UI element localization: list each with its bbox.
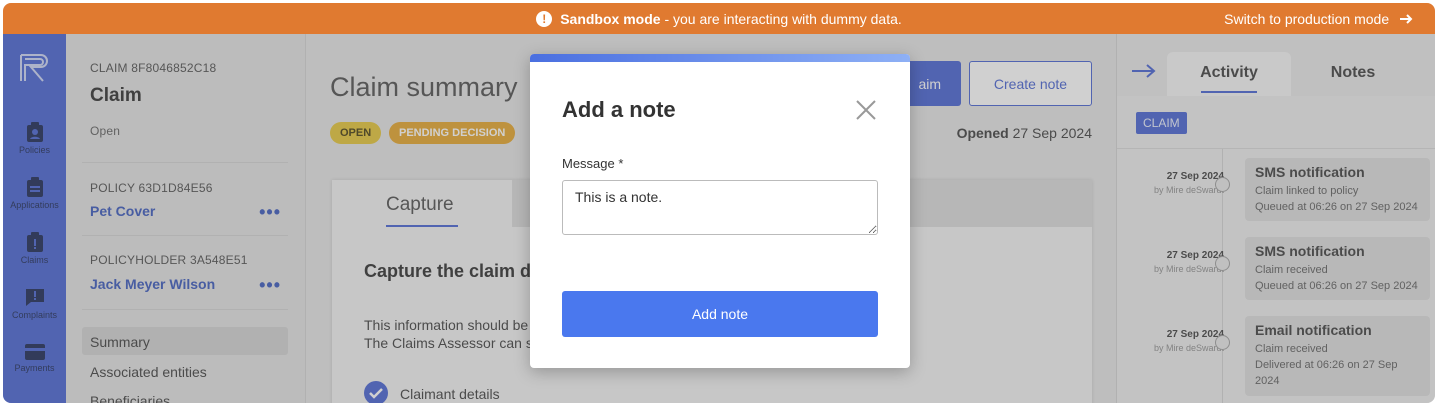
sandbox-message: - you are interacting with dummy data. bbox=[660, 10, 902, 27]
message-field[interactable]: This is a note. bbox=[562, 180, 878, 235]
message-label: Message * bbox=[562, 156, 624, 171]
warning-icon: ! bbox=[536, 10, 553, 27]
modal-title: Add a note bbox=[562, 97, 676, 122]
close-icon[interactable] bbox=[856, 100, 876, 120]
arrow-right-icon bbox=[1400, 14, 1413, 24]
switch-production-link[interactable]: Switch to production mode bbox=[1224, 11, 1413, 27]
add-note-button[interactable]: Add note bbox=[562, 291, 878, 337]
modal-accent-bar bbox=[530, 54, 910, 62]
app-frame: ! Sandbox mode - you are interacting wit… bbox=[3, 3, 1435, 403]
add-note-modal: Add a note Message * This is a note. Add… bbox=[530, 54, 910, 368]
sandbox-mode-label: Sandbox mode bbox=[560, 10, 661, 27]
sandbox-banner: ! Sandbox mode - you are interacting wit… bbox=[3, 3, 1435, 34]
